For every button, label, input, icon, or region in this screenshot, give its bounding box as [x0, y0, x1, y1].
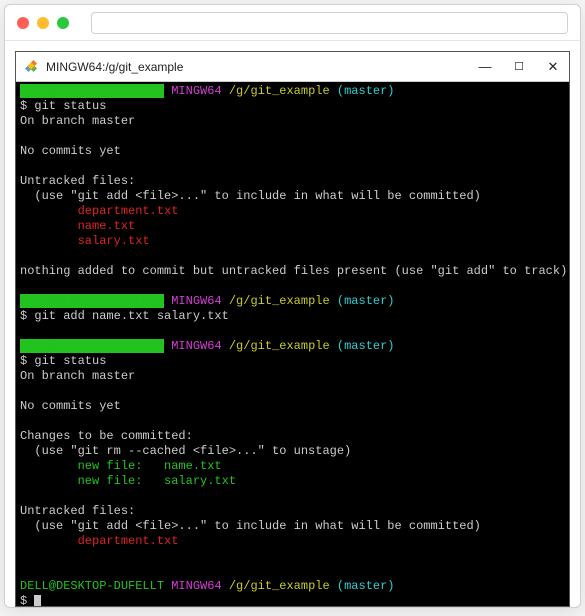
traffic-lights — [17, 17, 69, 29]
staged-file: new file: name.txt — [20, 459, 222, 473]
output-line: No commits yet — [20, 144, 121, 158]
path-label: /g/git_example — [229, 579, 330, 593]
user-host-label: DELL@DESKTOP-DUFELLT — [20, 84, 164, 98]
output-line: On branch master — [20, 369, 135, 383]
terminal-window: MINGW64:/g/git_example — ☐ ✕ DELL@DESKTO… — [15, 51, 570, 607]
user-host-label: DELL@DESKTOP-DUFELLT — [20, 339, 164, 353]
output-line: (use "git rm --cached <file>..." to unst… — [20, 444, 351, 458]
close-icon[interactable] — [17, 17, 29, 29]
command-line: $ git add name.txt salary.txt — [20, 309, 229, 323]
output-line: (use "git add <file>..." to include in w… — [20, 189, 481, 203]
untracked-file: name.txt — [20, 219, 135, 233]
mac-titlebar — [5, 5, 580, 41]
output-line: Changes to be committed: — [20, 429, 193, 443]
window-controls: — ☐ ✕ — [477, 59, 561, 75]
shell-label: MINGW64 — [171, 579, 221, 593]
window-titlebar[interactable]: MINGW64:/g/git_example — ☐ ✕ — [16, 52, 569, 82]
shell-label: MINGW64 — [171, 294, 221, 308]
maximize-icon[interactable] — [57, 17, 69, 29]
staged-file: new file: salary.txt — [20, 474, 236, 488]
branch-label: (master) — [337, 579, 395, 593]
shell-label: MINGW64 — [171, 339, 221, 353]
maximize-button[interactable]: ☐ — [511, 60, 527, 73]
close-button[interactable]: ✕ — [545, 59, 561, 75]
path-label: /g/git_example — [229, 339, 330, 353]
output-line: No commits yet — [20, 399, 121, 413]
minimize-button[interactable]: — — [477, 59, 493, 74]
terminal-body[interactable]: DELL@DESKTOP-DUFELLT MINGW64 /g/git_exam… — [16, 82, 569, 606]
output-line: On branch master — [20, 114, 135, 128]
prompt-cursor-line: $ — [20, 594, 34, 606]
command-line: $ git status — [20, 354, 106, 368]
branch-label: (master) — [337, 84, 395, 98]
branch-label: (master) — [337, 294, 395, 308]
output-line: nothing added to commit but untracked fi… — [20, 264, 567, 278]
minimize-icon[interactable] — [37, 17, 49, 29]
cursor-icon — [34, 595, 41, 606]
output-line: Untracked files: — [20, 174, 135, 188]
user-host-label: DELL@DESKTOP-DUFELLT — [20, 294, 164, 308]
url-bar[interactable] — [91, 12, 568, 34]
user-host-label: DELL@DESKTOP-DUFELLT — [20, 579, 164, 593]
browser-window: MINGW64:/g/git_example — ☐ ✕ DELL@DESKTO… — [4, 4, 581, 608]
untracked-file: salary.txt — [20, 234, 150, 248]
shell-label: MINGW64 — [171, 84, 221, 98]
path-label: /g/git_example — [229, 84, 330, 98]
app-icon — [24, 59, 40, 75]
untracked-file: department.txt — [20, 534, 178, 548]
command-line: $ git status — [20, 99, 106, 113]
window-title: MINGW64:/g/git_example — [46, 60, 477, 74]
output-line: Untracked files: — [20, 504, 135, 518]
branch-label: (master) — [337, 339, 395, 353]
path-label: /g/git_example — [229, 294, 330, 308]
untracked-file: department.txt — [20, 204, 178, 218]
output-line: (use "git add <file>..." to include in w… — [20, 519, 481, 533]
